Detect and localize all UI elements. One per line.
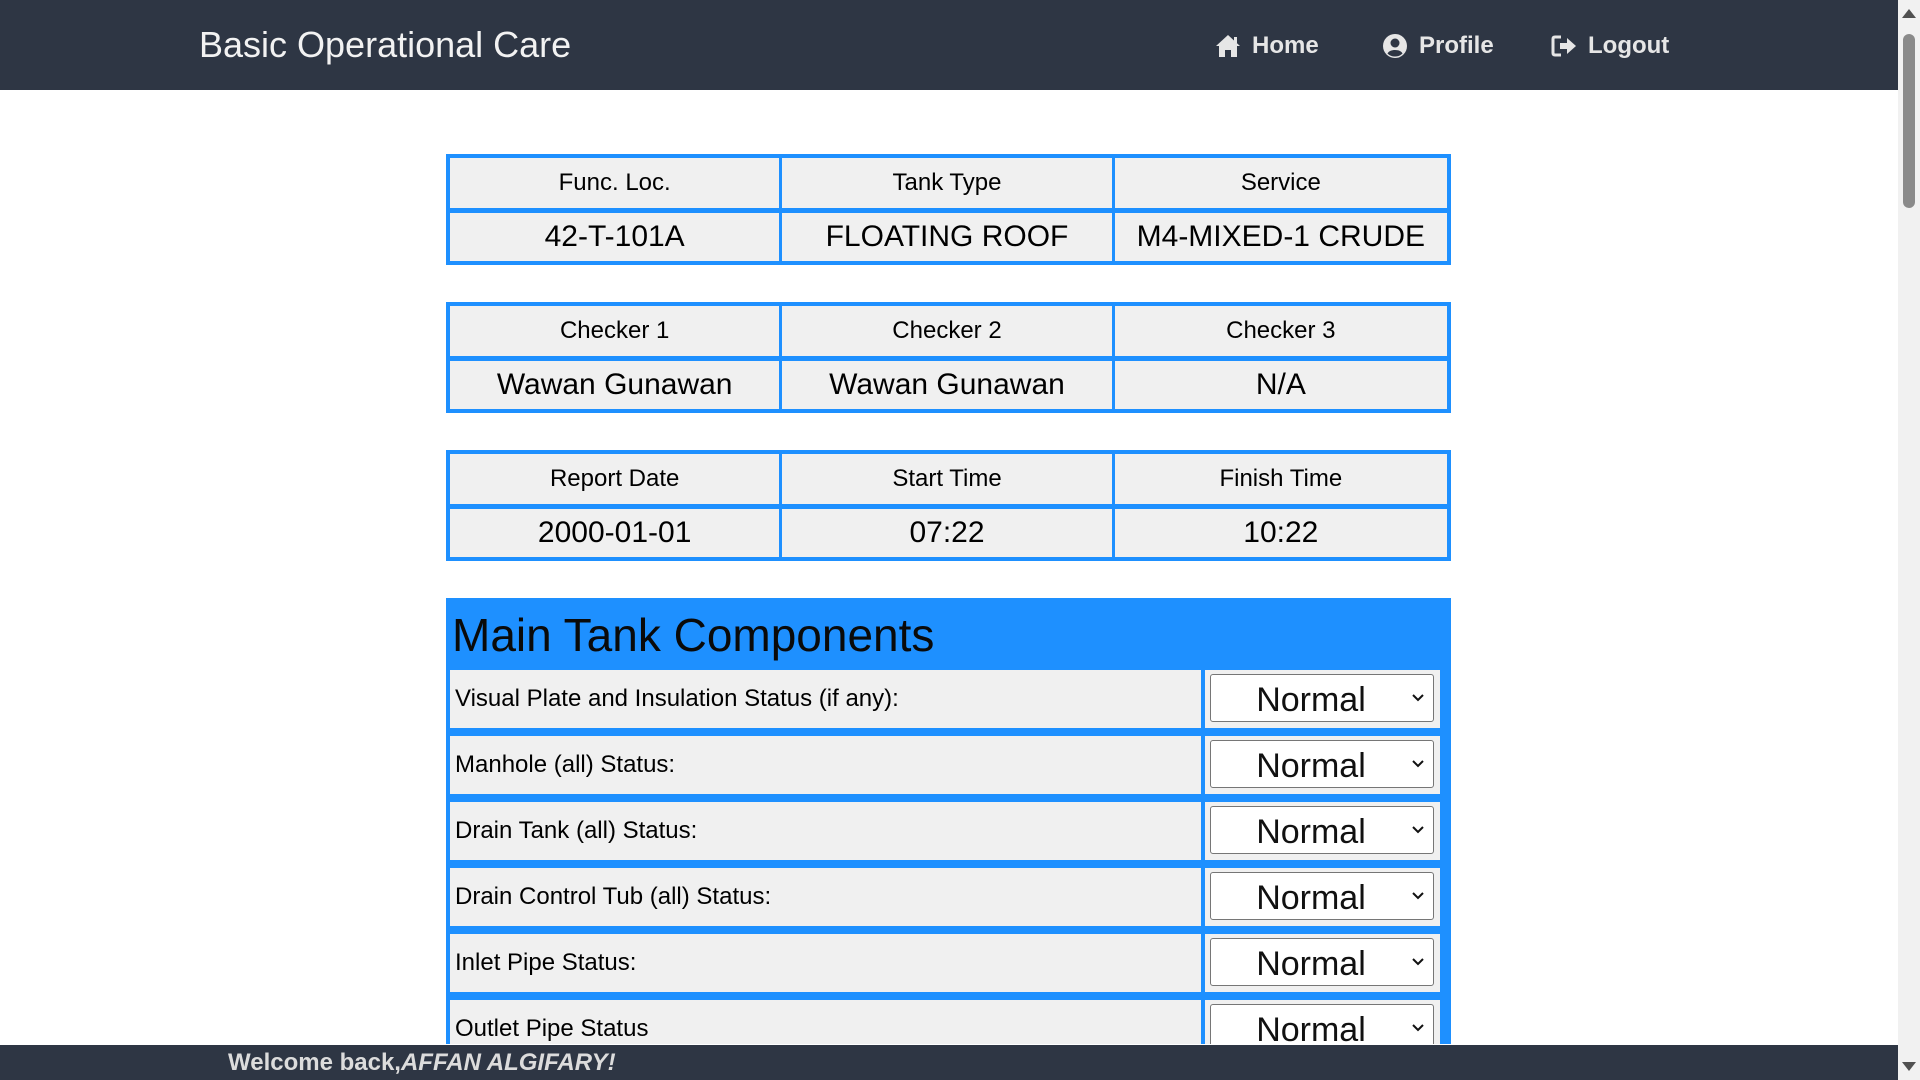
chevron-down-icon (1412, 1024, 1424, 1032)
chevron-down-icon (1412, 958, 1424, 966)
start-time-header: Start Time (782, 454, 1115, 509)
tank-type-header: Tank Type (782, 158, 1115, 213)
status-select[interactable]: Normal (1210, 674, 1434, 722)
func-loc-header: Func. Loc. (450, 158, 783, 213)
component-label: Drain Control Tub (all) Status: (450, 868, 1201, 926)
component-label: Inlet Pipe Status: (450, 934, 1201, 992)
component-label: Visual Plate and Insulation Status (if a… (450, 670, 1201, 728)
nav-home-link[interactable]: Home (1214, 30, 1319, 62)
finish-time-header: Finish Time (1114, 454, 1447, 509)
scroll-down-arrow-icon[interactable] (1902, 1062, 1916, 1071)
nav-home-label: Home (1252, 32, 1319, 59)
checker-3-header: Checker 3 (1114, 306, 1447, 361)
service-header: Service (1114, 158, 1447, 213)
status-cell: Normal (1205, 802, 1440, 860)
chevron-down-icon (1412, 826, 1424, 834)
component-row: Drain Tank (all) Status: Normal (450, 802, 1447, 860)
status-cell: Normal (1205, 670, 1440, 728)
chevron-down-icon (1412, 892, 1424, 900)
checker-2-value: Wawan Gunawan (782, 361, 1115, 409)
finish-time-value: 10:22 (1114, 509, 1447, 557)
chevron-down-icon (1412, 694, 1424, 702)
tank-info-table: Func. Loc. Tank Type Service 42-T-101A F… (446, 154, 1451, 265)
nav-profile-link[interactable]: Profile (1381, 30, 1494, 62)
status-select-value: Normal (1256, 879, 1366, 917)
status-cell: Normal (1205, 868, 1440, 926)
status-cell: Normal (1205, 736, 1440, 794)
sign-out-icon (1551, 35, 1576, 57)
component-row: Inlet Pipe Status: Normal (450, 934, 1447, 992)
report-date-value: 2000-01-01 (450, 509, 783, 557)
component-row: Manhole (all) Status: Normal (450, 736, 1447, 794)
tank-type-value: FLOATING ROOF (782, 213, 1115, 261)
status-select-value: Normal (1256, 681, 1366, 719)
component-row: Drain Control Tub (all) Status: Normal (450, 868, 1447, 926)
welcome-prefix: Welcome back, (228, 1049, 401, 1076)
scroll-up-arrow-icon[interactable] (1902, 9, 1916, 18)
start-time-value: 07:22 (782, 509, 1115, 557)
component-label: Drain Tank (all) Status: (450, 802, 1201, 860)
status-select-value: Normal (1256, 945, 1366, 983)
func-loc-value: 42-T-101A (450, 213, 783, 261)
nav-profile-label: Profile (1419, 32, 1494, 59)
component-label: Manhole (all) Status: (450, 736, 1201, 794)
nav-logout-label: Logout (1588, 32, 1670, 59)
checkers-table: Checker 1 Checker 2 Checker 3 Wawan Guna… (446, 302, 1451, 413)
checker-3-value: N/A (1114, 361, 1447, 409)
vertical-scrollbar[interactable] (1898, 0, 1920, 1080)
chevron-down-icon (1412, 760, 1424, 768)
service-value: M4-MIXED-1 CRUDE (1114, 213, 1447, 261)
status-select-value: Normal (1256, 813, 1366, 851)
nav-logout-link[interactable]: Logout (1550, 30, 1669, 62)
report-date-header: Report Date (450, 454, 783, 509)
status-select[interactable]: Normal (1210, 1004, 1434, 1044)
top-navbar: Basic Operational Care Home Profile Logo… (0, 0, 1898, 90)
status-select[interactable]: Normal (1210, 938, 1434, 986)
status-select-value: Normal (1256, 1011, 1366, 1044)
welcome-message: Welcome back,AFFAN ALGIFARY! (228, 1049, 616, 1077)
status-cell: Normal (1205, 934, 1440, 992)
user-name: AFFAN ALGIFARY! (400, 1049, 616, 1076)
main-tank-components-panel: Main Tank Components Visual Plate and In… (446, 598, 1451, 1044)
scroll-thumb[interactable] (1903, 34, 1915, 208)
footer-bar: Welcome back,AFFAN ALGIFARY! (0, 1045, 1898, 1080)
status-select[interactable]: Normal (1210, 740, 1434, 788)
checker-1-value: Wawan Gunawan (450, 361, 783, 409)
user-circle-icon (1383, 34, 1407, 58)
component-row: Visual Plate and Insulation Status (if a… (450, 670, 1447, 728)
checker-2-header: Checker 2 (782, 306, 1115, 361)
home-icon (1216, 35, 1240, 57)
checker-1-header: Checker 1 (450, 306, 783, 361)
status-select[interactable]: Normal (1210, 872, 1434, 920)
timing-table: Report Date Start Time Finish Time 2000-… (446, 450, 1451, 561)
status-select-value: Normal (1256, 747, 1366, 785)
status-select[interactable]: Normal (1210, 806, 1434, 854)
panel-title: Main Tank Components (452, 609, 935, 661)
component-label: Outlet Pipe Status (450, 1000, 1201, 1044)
brand-title[interactable]: Basic Operational Care (199, 24, 571, 66)
component-row: Outlet Pipe Status Normal (450, 1000, 1447, 1044)
status-cell: Normal (1205, 1000, 1440, 1044)
